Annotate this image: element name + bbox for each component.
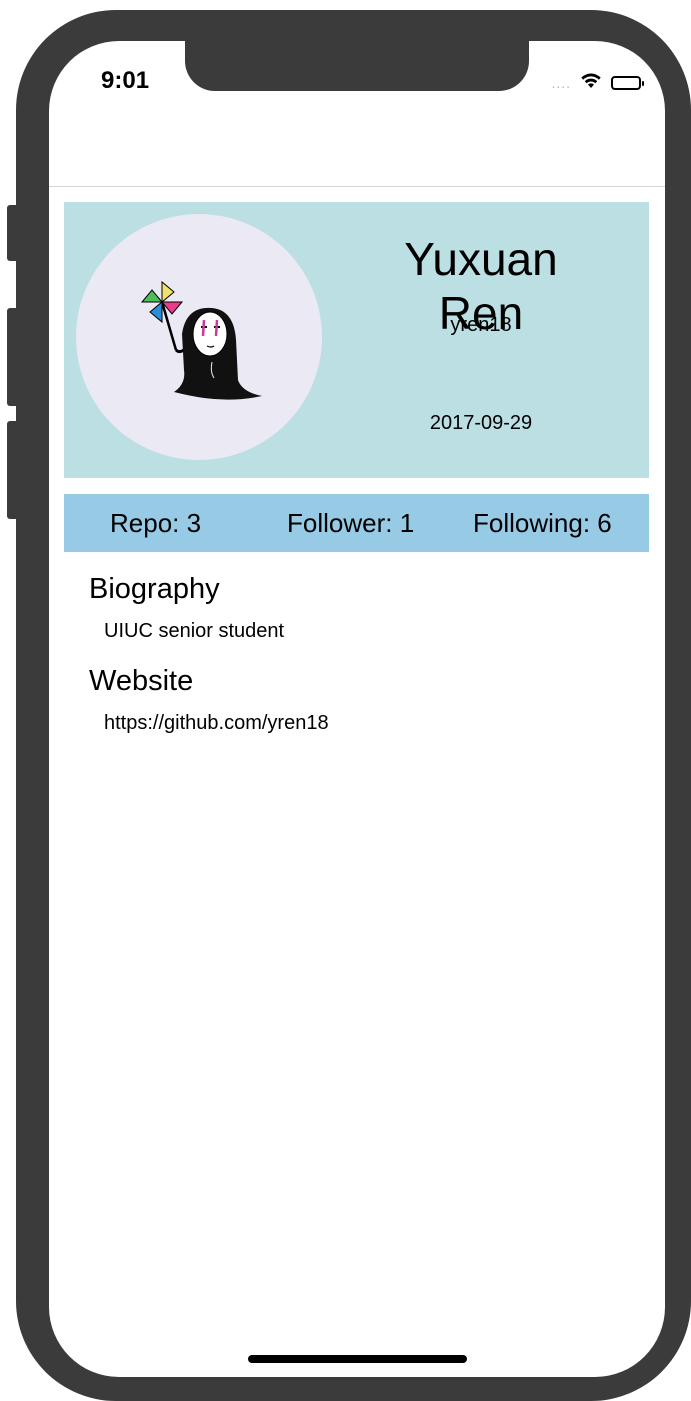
no-face-pinwheel-avatar-icon xyxy=(140,280,262,400)
home-indicator[interactable] xyxy=(248,1355,467,1363)
stats-bar: Repo: 3 Follower: 1 Following: 6 xyxy=(64,494,649,552)
profile-username: yren18 xyxy=(450,314,512,336)
website-link[interactable]: https://github.com/yren18 xyxy=(104,712,329,735)
profile-card: Yuxuan Ren yren18 2017-09-29 xyxy=(64,202,649,478)
battery-icon xyxy=(611,75,644,90)
website-title: Website xyxy=(89,665,194,697)
status-time: 9:01 xyxy=(101,67,150,94)
repo-count-button[interactable]: Repo: 3 xyxy=(110,508,201,539)
notch xyxy=(185,41,529,91)
wifi-icon xyxy=(579,71,603,94)
screen: 9:01 .... Yuxuan Ren yren18 2017-09-29 R… xyxy=(49,41,665,1377)
avatar xyxy=(76,214,322,460)
signal-icon: .... xyxy=(551,74,571,91)
biography-title: Biography xyxy=(89,573,220,605)
following-count-button[interactable]: Following: 6 xyxy=(473,508,612,539)
status-icons: .... xyxy=(551,71,644,94)
join-date: 2017-09-29 xyxy=(429,412,533,434)
biography-text: UIUC senior student xyxy=(104,620,285,642)
follower-count-button[interactable]: Follower: 1 xyxy=(287,508,414,539)
